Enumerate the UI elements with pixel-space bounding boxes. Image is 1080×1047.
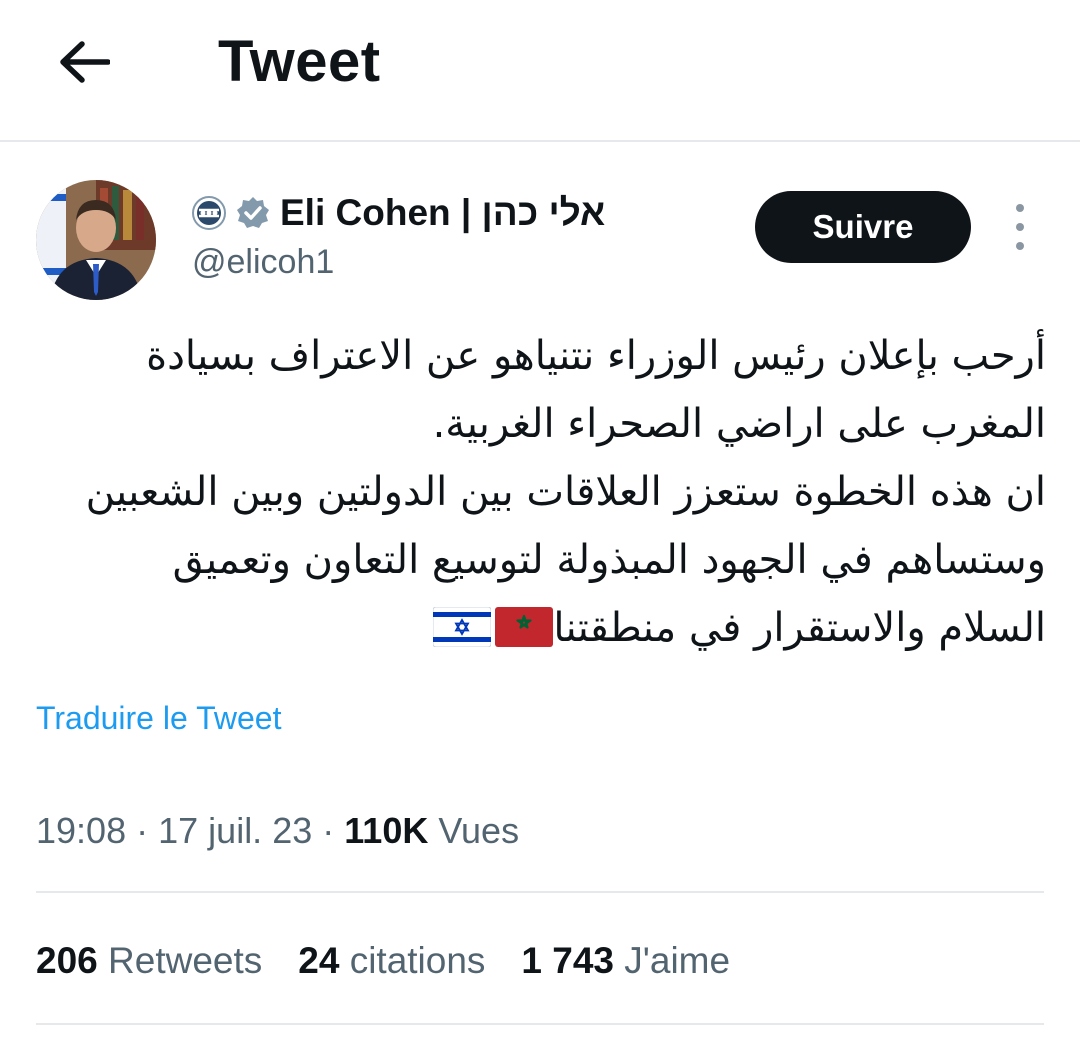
verified-badge-icon xyxy=(237,197,269,228)
arrow-left-icon xyxy=(60,41,110,83)
likes-label: J'aime xyxy=(624,940,731,981)
tweet-date[interactable]: 17 juil. 23 xyxy=(158,810,312,851)
follow-button[interactable]: Suivre xyxy=(755,191,971,263)
retweets-label: Retweets xyxy=(108,940,263,981)
views-label: Vues xyxy=(438,810,520,851)
avatar-image xyxy=(36,180,156,300)
author-display-name[interactable]: Eli Cohen | אלי כהן xyxy=(280,192,605,234)
tweet-stats: 206 Retweets 24 citations 1 743 J'aime xyxy=(36,940,730,986)
views-count: 110K xyxy=(344,810,429,851)
morocco-flag-icon xyxy=(495,607,554,647)
israel-flag-icon xyxy=(433,607,492,647)
page-title: Tweet xyxy=(218,29,381,94)
tweet-line-last: السلام والاستقرار في منطقتنا xyxy=(36,594,1046,662)
translate-tweet-link[interactable]: Traduire le Tweet xyxy=(36,700,281,737)
avatar[interactable] xyxy=(36,180,156,300)
likes-stat[interactable]: 1 743 J'aime xyxy=(521,940,730,986)
likes-count: 1 743 xyxy=(521,940,615,981)
government-badge-icon xyxy=(192,196,226,230)
back-button[interactable] xyxy=(44,26,124,98)
quotes-stat[interactable]: 24 citations xyxy=(298,940,485,986)
quotes-count: 24 xyxy=(298,940,340,981)
tweet-line: ان هذه الخطوة ستعزز العلاقات بين الدولتي… xyxy=(85,469,1046,515)
author-name-row: Eli Cohen | אלי כהן xyxy=(192,188,605,238)
meta-separator: · xyxy=(322,810,335,851)
tweet-line: أرحب بإعلان رئيس الوزراء نتنياهو عن الاع… xyxy=(146,333,1046,379)
top-bar: Tweet xyxy=(0,0,1080,142)
quotes-label: citations xyxy=(349,940,486,981)
more-vertical-icon[interactable] xyxy=(1004,204,1036,250)
retweets-stat[interactable]: 206 Retweets xyxy=(36,940,262,986)
tweet-line: وستساهم في الجهود المبذولة لتوسيع التعاو… xyxy=(172,537,1046,583)
tweet-line: السلام والاستقرار في منطقتنا xyxy=(553,605,1046,651)
retweets-count: 206 xyxy=(36,940,98,981)
tweet-line: المغرب على اراضي الصحراء الغربية. xyxy=(432,401,1046,447)
author-handle[interactable]: @elicoh1 xyxy=(192,243,334,282)
tweet-time[interactable]: 19:08 xyxy=(36,810,126,851)
meta-separator: · xyxy=(136,810,149,851)
divider xyxy=(36,1023,1044,1025)
divider xyxy=(36,891,1044,893)
tweet-meta: 19:08 · 17 juil. 23 · 110K Vues xyxy=(36,810,519,852)
tweet-text: أرحب بإعلان رئيس الوزراء نتنياهو عن الاع… xyxy=(36,322,1046,662)
